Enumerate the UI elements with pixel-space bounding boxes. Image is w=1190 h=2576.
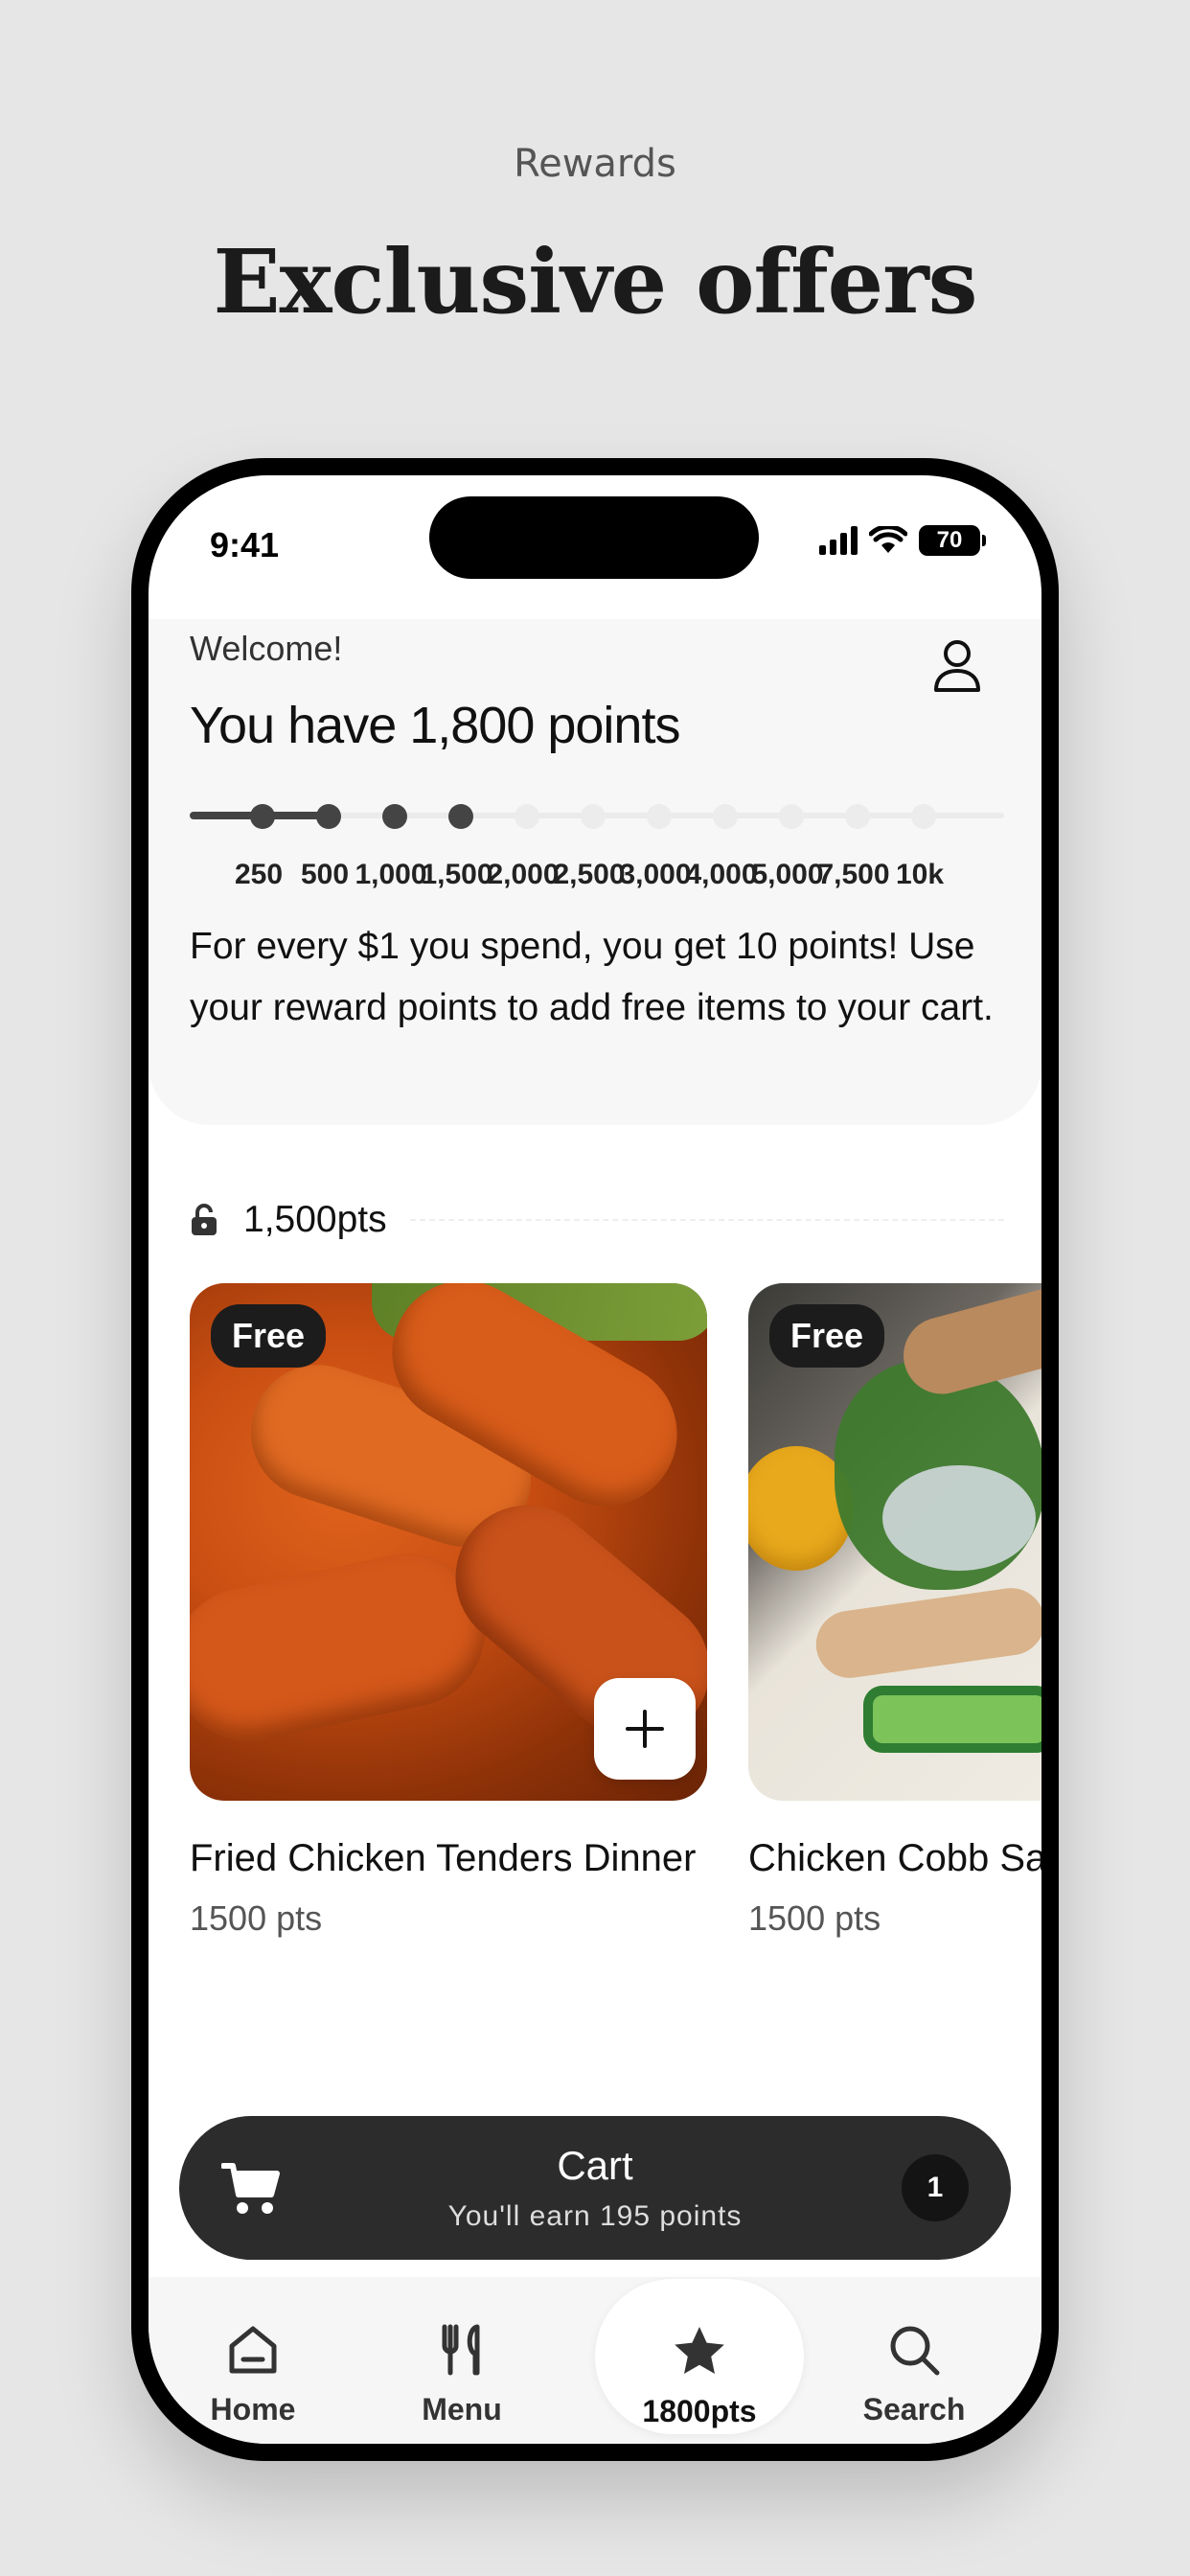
milestone-label: 2,000 <box>487 859 560 890</box>
tab-bar: Home Menu 1800pts Search <box>149 2277 1041 2444</box>
page-headline: Exclusive offers <box>213 230 978 334</box>
milestone-dot <box>713 804 738 829</box>
status-icons: 70 <box>819 525 986 556</box>
page-caption: Rewards <box>514 142 676 186</box>
milestone-dot <box>647 804 672 829</box>
wifi-icon <box>869 526 907 553</box>
milestone-dot <box>448 804 473 829</box>
status-time: 9:41 <box>210 525 280 564</box>
milestone-dot <box>581 804 606 829</box>
milestone-dot <box>911 804 936 829</box>
phone-frame: 9:41 70 Welcome! You have 1,800 points 2… <box>131 458 1059 2461</box>
milestone-label: 1,000 <box>355 859 427 890</box>
tab-search[interactable]: Search <box>810 2277 1018 2444</box>
milestone-dot <box>779 804 804 829</box>
add-to-cart-button[interactable] <box>594 1678 696 1780</box>
reward-item[interactable]: Free Fried Chicken Tenders Dinner 1500 p… <box>190 1283 707 1939</box>
home-icon <box>229 2326 277 2374</box>
promo-text: For every $1 you spend, you get 10 point… <box>190 926 994 1028</box>
milestone-label: 4,000 <box>685 859 758 890</box>
tab-home[interactable]: Home <box>149 2277 357 2444</box>
milestone-label: 3,000 <box>619 859 692 890</box>
welcome-text: Welcome! <box>190 629 343 668</box>
profile-icon[interactable] <box>930 636 984 694</box>
milestone-label: 5,000 <box>751 859 824 890</box>
milestone-label: 1,500 <box>421 859 493 890</box>
plus-icon <box>626 1710 664 1748</box>
item-price: 1500 pts <box>190 1898 323 1938</box>
tier-label: 1,500pts <box>243 1199 387 1240</box>
cart-bar[interactable]: Cart You'll earn 195 points 1 <box>179 2116 1011 2260</box>
item-image-salad[interactable]: Free <box>748 1283 1041 1801</box>
tab-label: Search <box>862 2392 966 2426</box>
dynamic-island <box>429 496 759 579</box>
milestone-label: 250 <box>234 859 284 890</box>
milestone-dot <box>316 804 341 829</box>
cart-title: Cart <box>557 2143 633 2188</box>
points-progress <box>190 801 1004 830</box>
milestone-label: 7,500 <box>817 859 890 890</box>
phone-screen: 9:41 70 Welcome! You have 1,800 points 2… <box>149 475 1041 2444</box>
utensils-icon <box>442 2324 480 2376</box>
star-icon <box>675 2327 724 2374</box>
milestone-label: 500 <box>300 859 350 890</box>
tier-divider <box>409 1219 1004 1221</box>
item-price: 1500 pts <box>748 1898 881 1938</box>
tab-rewards[interactable]: 1800pts <box>595 2279 804 2434</box>
points-balance: You have 1,800 points <box>190 697 680 754</box>
milestone-label: 10k <box>895 859 945 890</box>
item-name: Fried Chicken Tenders Dinner <box>190 1837 697 1879</box>
unlock-icon <box>192 1204 217 1235</box>
search-icon <box>890 2326 940 2376</box>
tab-label: Menu <box>422 2392 502 2426</box>
tab-menu[interactable]: Menu <box>357 2277 566 2444</box>
signal-icon <box>819 526 858 555</box>
cart-subtitle: You'll earn 195 points <box>447 2200 743 2232</box>
milestone-dot <box>250 804 275 829</box>
tier-header: 1,500pts <box>190 1199 1004 1241</box>
milestone-dot <box>515 804 539 829</box>
reward-item[interactable]: Free Chicken Cobb Salad 1500 pts <box>748 1283 1041 1939</box>
item-image-tenders[interactable]: Free <box>190 1283 707 1801</box>
free-badge: Free <box>769 1304 885 1368</box>
milestone-dot <box>845 804 870 829</box>
free-badge: Free <box>211 1304 327 1368</box>
tab-label: 1800pts <box>642 2394 757 2428</box>
cart-count-badge: 1 <box>902 2154 969 2221</box>
milestone-dot <box>382 804 407 829</box>
item-name: Chicken Cobb Salad <box>748 1837 1041 1879</box>
battery-icon: 70 <box>919 525 986 556</box>
tab-label: Home <box>210 2392 296 2426</box>
milestone-label: 2,500 <box>553 859 626 890</box>
